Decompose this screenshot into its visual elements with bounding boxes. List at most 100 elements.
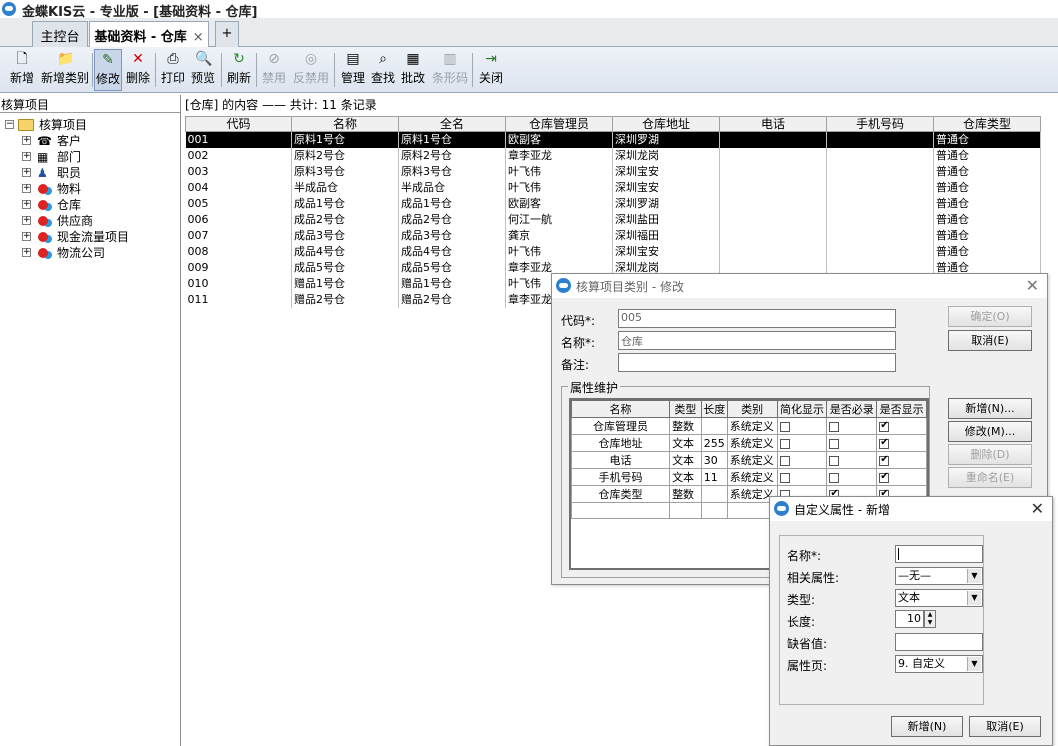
name-field[interactable]: 仓库 (618, 331, 896, 350)
attribute-row[interactable]: 仓库管理员 整数 系统定义 (571, 417, 927, 435)
tree-item-department[interactable]: + ▦ 部门 (0, 149, 180, 165)
page-select[interactable]: 9. 自定义 ▼ (895, 655, 983, 673)
attribute-row[interactable]: 电话 文本 30 系统定义 (571, 451, 927, 469)
cancel-button[interactable]: 取消(E) (969, 716, 1041, 737)
add-button[interactable]: 新增(N) (891, 716, 963, 737)
visible-checkbox[interactable] (879, 471, 890, 483)
table-row[interactable]: 005 成品1号仓 成品1号仓 欧副客 深圳罗湖 普通仓 (185, 195, 1041, 212)
empty-cell (571, 502, 671, 519)
add-tab-icon[interactable]: + (215, 21, 239, 47)
new-category-button[interactable]: 📁 新增类别 (39, 49, 91, 91)
tree-item-material[interactable]: + 物料 (0, 181, 180, 197)
table-row[interactable]: 002 原料2号仓 原料2号仓 章李亚龙 深圳龙岗 普通仓 (185, 147, 1041, 164)
col-name[interactable]: 名称 (291, 116, 399, 132)
batch-edit-button[interactable]: ▦ 批改 (399, 49, 427, 91)
delete-icon: ✕ (132, 51, 144, 67)
col-manager[interactable]: 仓库管理员 (505, 116, 613, 132)
visible-checkbox[interactable] (879, 454, 890, 466)
close-icon[interactable]: ✕ (1026, 276, 1039, 295)
tree-item-employee[interactable]: + ♟ 职员 (0, 165, 180, 181)
expand-icon[interactable]: + (22, 200, 31, 209)
tree-item-logistics[interactable]: + 物流公司 (0, 245, 180, 261)
required-checkbox[interactable] (829, 455, 840, 466)
add-attribute-button[interactable]: 新增(N)... (948, 398, 1032, 419)
app-cloud-icon (2, 2, 16, 16)
visible-checkbox[interactable] (879, 420, 890, 432)
edit-button[interactable]: ✎ 修改 (94, 49, 122, 91)
col-address[interactable]: 仓库地址 (612, 116, 720, 132)
related-attr-select[interactable]: —无— ▼ (895, 567, 983, 585)
cell-code: 007 (185, 227, 292, 244)
type-select[interactable]: 文本 ▼ (895, 589, 983, 607)
attribute-row[interactable]: 仓库地址 文本 255 系统定义 (571, 434, 927, 452)
table-row[interactable]: 001 原料1号仓 原料1号仓 欧副客 深圳罗湖 普通仓 (185, 131, 1041, 148)
simplified-checkbox[interactable] (779, 472, 790, 483)
related-attr-label: 相关属性: (787, 571, 840, 585)
cancel-button[interactable]: 取消(E) (948, 330, 1032, 351)
tab-warehouse[interactable]: 基础资料 - 仓库 × (89, 21, 209, 48)
attribute-row[interactable]: 手机号码 文本 11 系统定义 (571, 468, 927, 486)
attr-name-field[interactable] (895, 545, 983, 563)
tab-console[interactable]: 主控台 (32, 21, 88, 47)
refresh-button[interactable]: ↻ 刷新 (225, 49, 253, 91)
delete-attribute-button[interactable]: 删除(D) (948, 444, 1032, 465)
tree-item-cashflow[interactable]: + 现金流量项目 (0, 229, 180, 245)
table-row[interactable]: 008 成品4号仓 成品4号仓 叶飞伟 深圳宝安 普通仓 (185, 243, 1041, 260)
table-row[interactable]: 006 成品2号仓 成品2号仓 何江一航 深圳盐田 普通仓 (185, 211, 1041, 228)
empty-cell (700, 502, 728, 519)
col-fullname[interactable]: 全名 (398, 116, 506, 132)
close-icon[interactable]: ✕ (1031, 499, 1044, 518)
visible-checkbox[interactable] (879, 437, 890, 449)
tree-item-customer[interactable]: + ☎ 客户 (0, 133, 180, 149)
simplified-checkbox[interactable] (779, 421, 790, 432)
expand-icon[interactable]: + (22, 232, 31, 241)
table-row[interactable]: 007 成品3号仓 成品3号仓 龚京 深圳福田 普通仓 (185, 227, 1041, 244)
col-mobile[interactable]: 手机号码 (826, 116, 934, 132)
department-icon: ▦ (37, 150, 49, 164)
collapse-icon[interactable]: − (5, 120, 14, 129)
expand-icon[interactable]: + (22, 136, 31, 145)
expand-icon[interactable]: + (22, 168, 31, 177)
barcode-button[interactable]: ▥ 条形码 (430, 49, 470, 91)
col-phone[interactable]: 电话 (719, 116, 827, 132)
tree-item-warehouse[interactable]: + 仓库 (0, 197, 180, 213)
delete-button[interactable]: ✕ 删除 (124, 49, 152, 91)
col-code[interactable]: 代码 (185, 116, 292, 132)
close-button[interactable]: ⇥ 关闭 (477, 49, 505, 91)
enable-button[interactable]: ◎ 反禁用 (291, 49, 331, 91)
ok-button[interactable]: 确定(O) (948, 306, 1032, 327)
find-button[interactable]: ⌕ 查找 (369, 49, 397, 91)
manage-button[interactable]: ▤ 管理 (339, 49, 367, 91)
required-checkbox[interactable] (829, 472, 840, 483)
table-row[interactable]: 004 半成品仓 半成品仓 叶飞伟 深圳宝安 普通仓 (185, 179, 1041, 196)
required-checkbox[interactable] (829, 421, 840, 432)
cell-type: 普通仓 (933, 227, 1041, 244)
print-button[interactable]: ⎙ 打印 (159, 49, 187, 91)
exit-icon: ⇥ (485, 51, 497, 67)
expand-icon[interactable]: + (22, 152, 31, 161)
cell-code: 004 (185, 179, 292, 196)
preview-button[interactable]: 🔍 预览 (189, 49, 217, 91)
tab-close-icon[interactable]: × (193, 30, 204, 45)
length-field[interactable]: 10 (895, 610, 924, 628)
table-row[interactable]: 003 原料3号仓 原料3号仓 叶飞伟 深圳宝安 普通仓 (185, 163, 1041, 180)
rename-attribute-button[interactable]: 重命名(E) (948, 467, 1032, 488)
expand-icon[interactable]: + (22, 248, 31, 257)
default-field[interactable] (895, 633, 983, 651)
expand-icon[interactable]: + (22, 216, 31, 225)
code-field[interactable]: 005 (618, 309, 896, 328)
cell-name: 成品1号仓 (291, 195, 399, 212)
col-type[interactable]: 仓库类型 (933, 116, 1041, 132)
note-field[interactable] (618, 353, 896, 372)
new-button[interactable]: 🗋 新增 (8, 49, 36, 91)
simplified-checkbox[interactable] (779, 455, 790, 466)
expand-icon[interactable]: + (22, 184, 31, 193)
modify-attribute-button[interactable]: 修改(M)... (948, 421, 1032, 442)
length-stepper[interactable]: ▲ ▼ (924, 610, 936, 628)
tree-root[interactable]: − 核算项目 (0, 117, 180, 133)
simplified-checkbox[interactable] (779, 438, 790, 449)
tree-item-supplier[interactable]: + 供应商 (0, 213, 180, 229)
disable-button[interactable]: ⊘ 禁用 (260, 49, 288, 91)
attr-type-cell: 整数 (669, 417, 702, 435)
required-checkbox[interactable] (829, 438, 840, 449)
